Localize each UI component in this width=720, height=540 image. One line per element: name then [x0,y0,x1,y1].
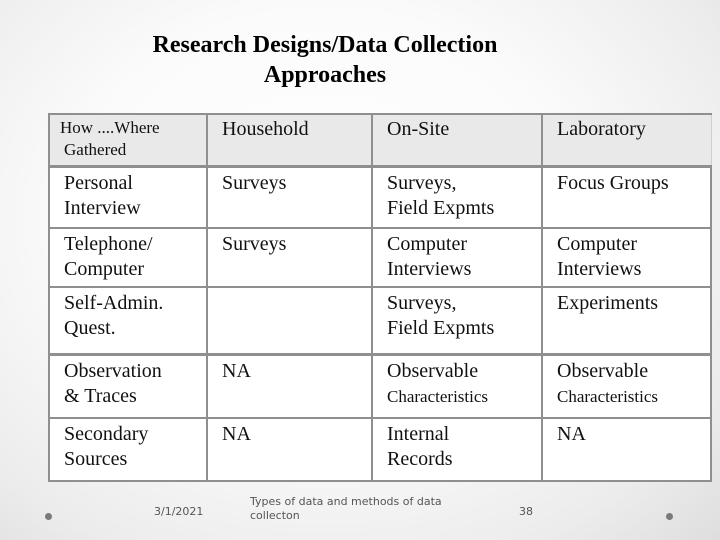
row-label-cell: Observation & Traces [48,353,208,419]
cell-line: NA [222,423,251,445]
cell-line: Field Expmts [387,317,495,339]
cell-line: Field Expmts [387,197,495,219]
cell-line: Focus Groups [557,172,669,194]
laboratory-cell: Focus Groups [541,165,712,229]
cell-line: Characteristics [557,387,659,406]
household-cell: NA [206,417,373,482]
row-label-line-2: Computer [64,258,144,280]
slide-footer: 3/1/2021 Types of data and methods of da… [0,490,720,530]
row-label-cell: Telephone/ Computer [48,227,208,288]
cell-line: Characteristics [387,387,489,406]
laboratory-cell: Computer Interviews [541,227,712,288]
table-header-row: How ....Where Gathered Household On-Site… [48,113,712,168]
header-corner-cell: How ....Where Gathered [48,113,208,168]
header-laboratory: Laboratory [542,113,712,168]
on-site-cell: Computer Interviews [371,227,543,288]
row-label-line-2: & Traces [64,385,137,407]
row-label-line-1: Secondary [64,423,149,445]
footer-bullet-icon [666,513,673,520]
table-row-telephone-computer: Telephone/ Computer Surveys Computer Int… [48,227,712,288]
cell-line: Surveys [222,233,287,255]
cell-line: Surveys, [387,172,457,194]
cell-line: Interviews [557,258,642,280]
laboratory-cell: NA [541,417,712,482]
on-site-cell: Surveys, Field Expmts [371,286,543,356]
cell-line: Surveys, [387,292,457,314]
cell-line: NA [557,423,586,445]
cell-line: Computer [557,233,637,255]
cell-line: Observable [557,360,649,382]
on-site-cell: Internal Records [371,417,543,482]
row-label-line-1: Observation [64,360,162,382]
row-label-cell: Secondary Sources [48,417,208,482]
cell-line: Computer [387,233,467,255]
header-on-site: On-Site [372,113,543,168]
row-label-line-1: Telephone/ [64,233,153,255]
slide-title-line-1: Research Designs/Data Collection [152,32,498,58]
row-label-line-2: Sources [64,448,128,470]
row-label-line-2: Interview [64,197,141,219]
row-label-line-1: Personal [64,172,133,194]
household-cell: Surveys [206,227,373,288]
cell-line: Internal [387,423,450,445]
laboratory-cell: Observable Characteristics [541,353,712,419]
on-site-cell: Surveys, Field Expmts [371,165,543,229]
row-label-line-1: Self-Admin. [64,292,164,314]
cell-line: Experiments [557,292,659,314]
table-row-observation-traces: Observation & Traces NA Observable Chara… [48,353,712,419]
cell-line: Records [387,448,453,470]
cell-line: Surveys [222,172,287,194]
row-label-cell: Personal Interview [48,165,208,229]
slide-title: Research Designs/Data Collection Approac… [0,30,650,90]
data-collection-table-container: How ....Where Gathered Household On-Site… [48,113,712,482]
on-site-cell: Observable Characteristics [371,353,543,419]
cell-line: Interviews [387,258,472,280]
row-label-cell: Self-Admin. Quest. [48,286,208,356]
footer-date: 3/1/2021 [154,505,204,518]
household-cell-empty [206,286,373,356]
table-row-personal-interview: Personal Interview Surveys Surveys, Fiel… [48,165,712,229]
footer-description: Types of data and methods of data collec… [250,495,442,522]
slide-title-line-2: Approaches [263,62,387,88]
header-household: Household [207,113,373,168]
cell-line: Observable [387,360,479,382]
corner-label-line-1: How ....Where [60,118,160,137]
cell-line: NA [222,360,251,382]
corner-label-line-2: Gathered [64,140,127,159]
row-label-line-2: Quest. [64,317,116,339]
data-collection-table: How ....Where Gathered Household On-Site… [48,113,712,482]
footer-bullet-icon [45,513,52,520]
table-row-secondary-sources: Secondary Sources NA Internal Records NA [48,417,712,482]
table-row-self-admin-quest: Self-Admin. Quest. Surveys, Field Expmts… [48,286,712,356]
laboratory-cell: Experiments [541,286,712,356]
footer-page-number: 38 [519,505,533,518]
household-cell: NA [206,353,373,419]
household-cell: Surveys [206,165,373,229]
